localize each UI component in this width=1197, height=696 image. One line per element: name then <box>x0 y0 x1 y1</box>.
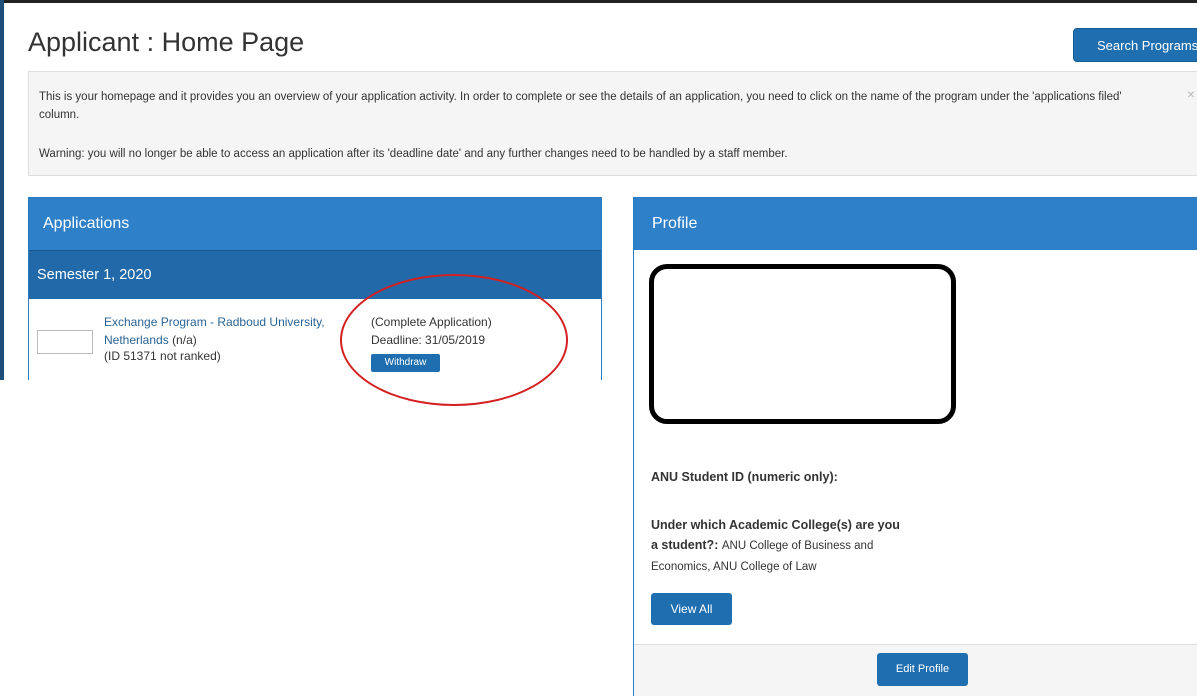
top-border <box>0 0 1197 3</box>
profile-panel: Profile ANU Student ID (numeric only): U… <box>633 197 1197 696</box>
info-text: This is your homepage and it provides yo… <box>39 91 1122 121</box>
edit-profile-button[interactable]: Edit Profile <box>877 653 968 686</box>
view-all-button[interactable]: View All <box>651 593 732 625</box>
annotation-circle <box>340 274 568 406</box>
application-program-cell: Exchange Program - Radboud University, N… <box>104 313 334 349</box>
profile-photo-placeholder <box>649 264 956 424</box>
left-border <box>0 0 4 380</box>
profile-panel-title: Profile <box>634 198 1197 250</box>
application-id: (ID 51371 not ranked) <box>104 349 221 363</box>
student-id-label: ANU Student ID (numeric only): <box>651 470 838 484</box>
close-icon[interactable]: × <box>1187 86 1195 102</box>
page-title: Applicant : Home Page <box>28 27 305 57</box>
rank-input[interactable] <box>37 330 93 354</box>
program-availability: (n/a) <box>172 333 197 347</box>
info-alert: This is your homepage and it provides yo… <box>28 71 1197 176</box>
warning-text: Warning: you will no longer be able to a… <box>39 148 788 160</box>
profile-footer: Edit Profile <box>634 644 1197 696</box>
program-link[interactable]: Exchange Program - Radboud University, N… <box>104 315 325 347</box>
search-programs-button[interactable]: Search Programs <box>1073 28 1197 62</box>
applications-panel-title: Applications <box>29 198 601 250</box>
college-info: Under which Academic College(s) are you … <box>651 515 901 577</box>
